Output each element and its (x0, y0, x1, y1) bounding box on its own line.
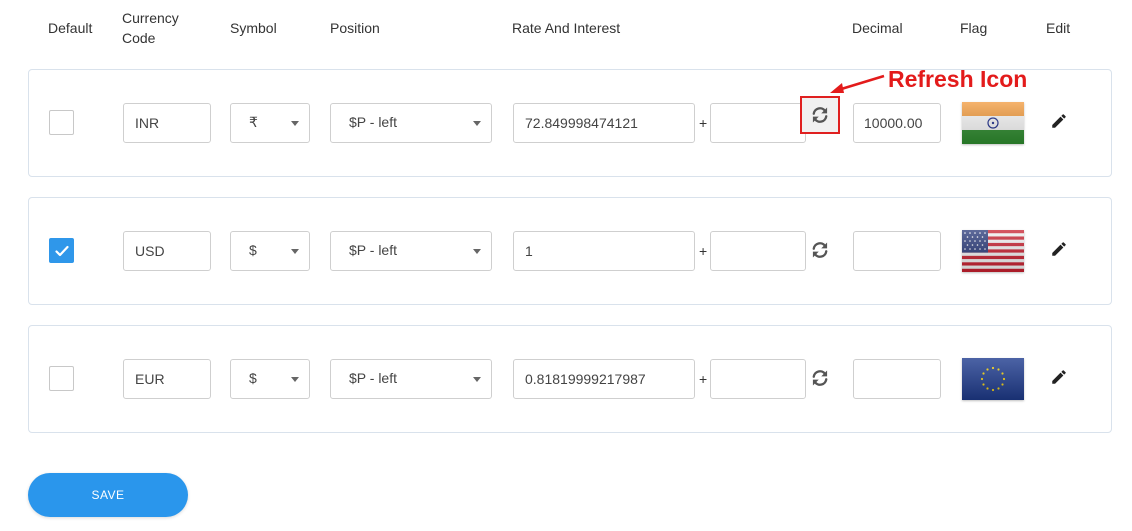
currency-code-input[interactable]: INR (123, 103, 211, 143)
interest-input[interactable] (710, 231, 806, 271)
annotation-label: Refresh Icon (888, 66, 1028, 92)
symbol-select-value: $ (249, 370, 257, 386)
pencil-icon[interactable] (1050, 368, 1068, 386)
default-checkbox[interactable] (49, 238, 74, 263)
rate-input[interactable]: 1 (513, 231, 695, 271)
symbol-select[interactable]: ₹ (230, 103, 310, 143)
plus-sign: + (699, 115, 708, 131)
default-checkbox[interactable] (49, 366, 74, 391)
default-checkbox[interactable] (49, 110, 74, 135)
currency-code-input[interactable]: EUR (123, 359, 211, 399)
header-rate-and-interest: Rate And Interest (512, 20, 621, 36)
header-position: Position (330, 20, 380, 36)
position-select-value: $P - left (349, 370, 397, 386)
chevron-down-icon (291, 377, 299, 382)
refresh-icon-glyph (812, 242, 828, 258)
position-select-value: $P - left (349, 114, 397, 130)
header-symbol: Symbol (230, 20, 277, 36)
position-select-value: $P - left (349, 242, 397, 258)
header-currency-code: Currency Code (122, 8, 179, 48)
currency-code-input[interactable]: USD (123, 231, 211, 271)
interest-input[interactable] (710, 103, 806, 143)
header-decimal: Decimal (852, 20, 903, 36)
chevron-down-icon (473, 121, 481, 126)
header-default: Default (48, 20, 93, 36)
decimal-input[interactable]: 10000.00 (853, 103, 941, 143)
rate-input[interactable]: 0.81819999217987 (513, 359, 695, 399)
position-select[interactable]: $P - left (330, 231, 492, 271)
chevron-down-icon (473, 249, 481, 254)
chevron-down-icon (291, 121, 299, 126)
chevron-down-icon (291, 249, 299, 254)
header-flag: Flag (960, 20, 988, 36)
refresh-icon[interactable] (809, 367, 831, 389)
checkmark-icon (55, 245, 69, 257)
decimal-input[interactable] (853, 231, 941, 271)
header-currency-code-line1: Currency (122, 10, 179, 26)
refresh-icon[interactable] (800, 96, 840, 134)
position-select[interactable]: $P - left (330, 359, 492, 399)
chevron-down-icon (473, 377, 481, 382)
symbol-select-value: $ (249, 242, 257, 258)
symbol-select[interactable]: $ (230, 231, 310, 271)
rate-input[interactable]: 72.849998474121 (513, 103, 695, 143)
eu-flag (962, 358, 1024, 400)
symbol-select-value: ₹ (249, 114, 258, 130)
header-edit: Edit (1046, 20, 1071, 36)
refresh-icon-glyph (812, 370, 828, 386)
india-flag (962, 102, 1024, 144)
refresh-icon-glyph (812, 107, 828, 123)
plus-sign: + (699, 371, 708, 387)
plus-sign: + (699, 243, 708, 259)
header-currency-code-line2: Code (122, 30, 156, 46)
currency-row-eur: EUR $ $P - left 0.81819999217987 + (28, 325, 1112, 433)
usa-flag (962, 230, 1024, 272)
currency-row-usd: USD $ $P - left 1 + (28, 197, 1112, 305)
refresh-icon[interactable] (809, 239, 831, 261)
pencil-icon[interactable] (1050, 240, 1068, 258)
interest-input[interactable] (710, 359, 806, 399)
position-select[interactable]: $P - left (330, 103, 492, 143)
annotation-arrow-icon (830, 74, 885, 93)
decimal-input[interactable] (853, 359, 941, 399)
symbol-select[interactable]: $ (230, 359, 310, 399)
save-button[interactable]: SAVE (28, 473, 188, 517)
pencil-icon[interactable] (1050, 112, 1068, 130)
